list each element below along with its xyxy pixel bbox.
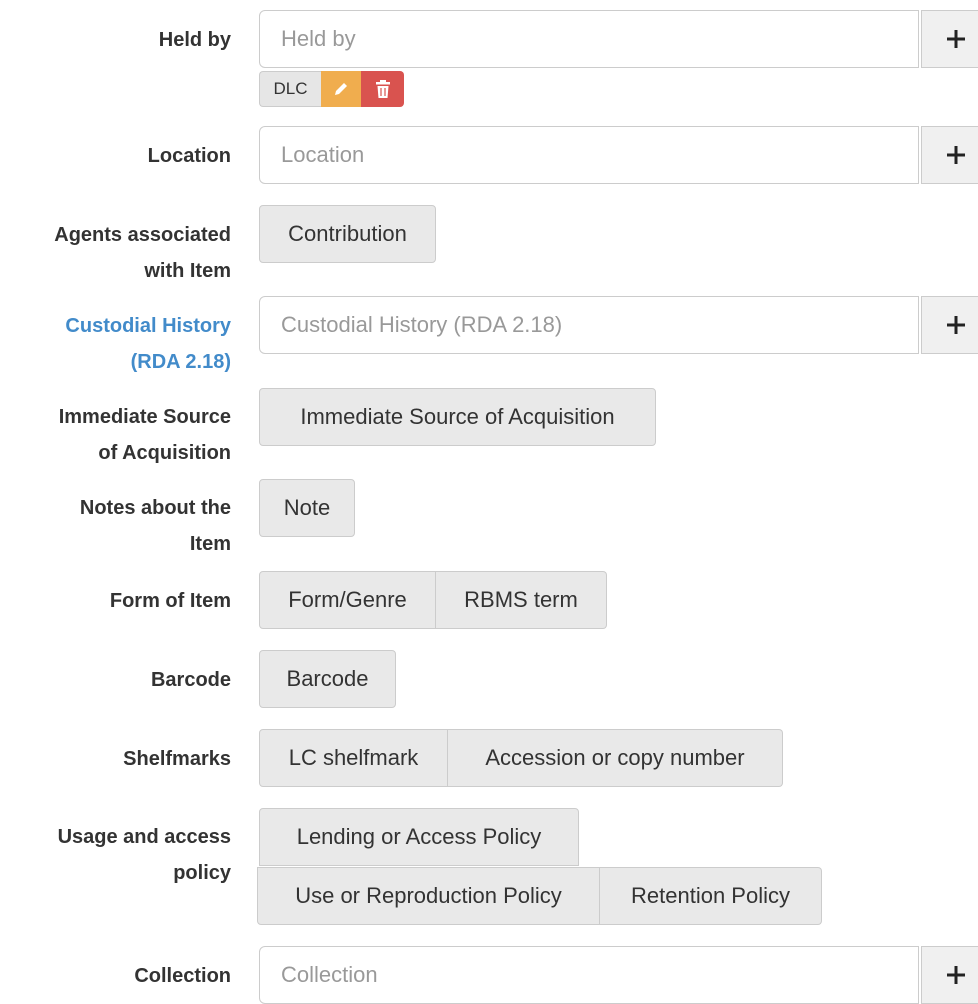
contribution-button[interactable]: Contribution bbox=[259, 205, 436, 263]
immediate-source-label: Immediate Source of Acquisition bbox=[0, 399, 231, 471]
location-input[interactable] bbox=[259, 126, 919, 184]
lc-shelfmark-button[interactable]: LC shelfmark bbox=[259, 729, 448, 787]
location-label: Location bbox=[147, 145, 231, 167]
use-reproduction-policy-button[interactable]: Use or Reproduction Policy bbox=[257, 867, 600, 925]
collection-input[interactable] bbox=[259, 946, 919, 1004]
agents-label: Agents associated with Item bbox=[0, 217, 231, 289]
custodial-history-label-line2: (RDA 2.18) bbox=[130, 351, 231, 373]
plus-icon bbox=[947, 966, 965, 984]
notes-label: Notes about the Item bbox=[0, 490, 231, 562]
held-by-tag: DLC bbox=[259, 71, 404, 107]
pencil-icon bbox=[335, 83, 347, 95]
plus-icon bbox=[947, 316, 965, 334]
rbms-term-button[interactable]: RBMS term bbox=[436, 571, 607, 629]
barcode-label: Barcode bbox=[150, 669, 231, 691]
usage-policy-label-line2: policy bbox=[173, 862, 231, 884]
barcode-button[interactable]: Barcode bbox=[259, 650, 396, 708]
custodial-history-label[interactable]: Custodial History (RDA 2.18) bbox=[0, 308, 231, 380]
held-by-label: Held by bbox=[158, 29, 231, 51]
held-by-tag-edit-button[interactable] bbox=[321, 71, 361, 107]
notes-label-line2: Item bbox=[189, 533, 231, 555]
accession-copy-number-button[interactable]: Accession or copy number bbox=[448, 729, 783, 787]
immediate-source-label-line2: of Acquisition bbox=[98, 442, 231, 464]
held-by-tag-delete-button[interactable] bbox=[361, 71, 404, 107]
usage-policy-label-line1: Usage and access bbox=[57, 826, 231, 848]
note-button[interactable]: Note bbox=[259, 479, 355, 537]
notes-label-line1: Notes about the bbox=[79, 497, 231, 519]
form-genre-button[interactable]: Form/Genre bbox=[259, 571, 436, 629]
held-by-tag-label: DLC bbox=[259, 71, 321, 107]
collection-add-button[interactable] bbox=[921, 946, 978, 1004]
custodial-history-label-line1: Custodial History bbox=[65, 315, 231, 337]
agents-label-line2: with Item bbox=[144, 260, 231, 282]
held-by-input[interactable] bbox=[259, 10, 919, 68]
collection-label: Collection bbox=[134, 965, 231, 987]
retention-policy-button[interactable]: Retention Policy bbox=[600, 867, 822, 925]
held-by-add-button[interactable] bbox=[921, 10, 978, 68]
usage-policy-label: Usage and access policy bbox=[0, 819, 231, 891]
location-add-button[interactable] bbox=[921, 126, 978, 184]
agents-label-line1: Agents associated bbox=[54, 224, 231, 246]
immediate-source-button[interactable]: Immediate Source of Acquisition bbox=[259, 388, 656, 446]
trash-icon bbox=[375, 80, 390, 98]
plus-icon bbox=[947, 146, 965, 164]
lending-access-policy-button[interactable]: Lending or Access Policy bbox=[259, 808, 579, 866]
immediate-source-label-line1: Immediate Source bbox=[58, 406, 231, 428]
shelfmarks-label: Shelfmarks bbox=[123, 748, 231, 770]
plus-icon bbox=[947, 30, 965, 48]
form-of-item-label: Form of Item bbox=[109, 590, 231, 612]
custodial-history-add-button[interactable] bbox=[921, 296, 978, 354]
custodial-history-input[interactable] bbox=[259, 296, 919, 354]
